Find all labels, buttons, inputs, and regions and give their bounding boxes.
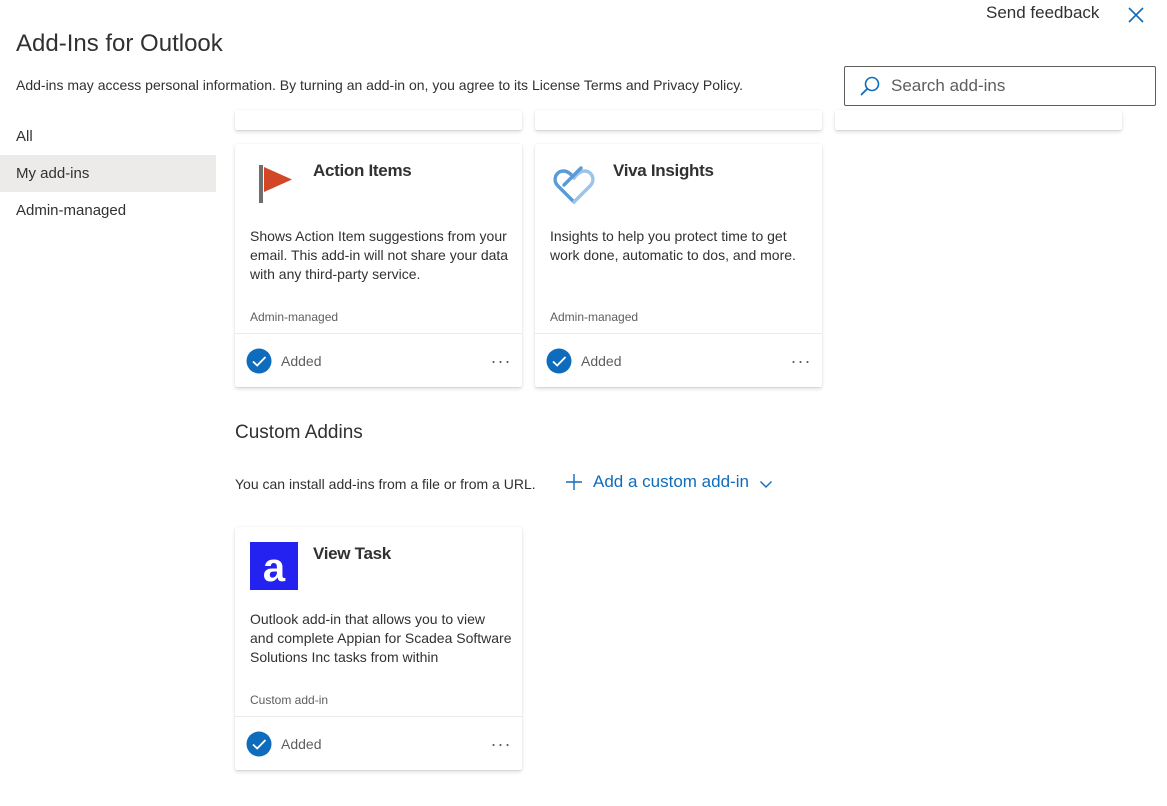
card-footer: Added ... [535, 333, 822, 387]
category-nav: All My add-ins Admin-managed [0, 118, 216, 229]
card-footer: Added ... [235, 333, 522, 387]
checkmark-icon [546, 348, 572, 374]
addin-status: Added [581, 353, 622, 369]
addin-card-view-task[interactable]: a View Task Outlook add-in that allows y… [235, 527, 522, 770]
privacy-disclaimer: Add-ins may access personal information.… [16, 77, 744, 93]
viva-insights-icon [553, 166, 595, 204]
addin-description: Shows Action Item suggestions from your … [250, 228, 509, 282]
addin-name: View Task [313, 544, 391, 563]
nav-item-my-add-ins[interactable]: My add-ins [0, 155, 216, 192]
more-options-icon[interactable]: ... [491, 347, 512, 368]
addin-category: Admin-managed [250, 310, 339, 324]
chevron-down-icon [759, 480, 772, 488]
add-custom-addin-button[interactable]: Add a custom add-in [565, 472, 773, 492]
custom-addins-heading: Custom Addins [235, 422, 363, 443]
card-partial [235, 110, 522, 130]
plus-icon [566, 474, 582, 490]
addin-status: Added [281, 736, 322, 752]
more-options-icon[interactable]: ... [791, 347, 812, 368]
card-partial [535, 110, 822, 130]
nav-item-admin-managed[interactable]: Admin-managed [0, 192, 216, 229]
nav-item-all[interactable]: All [0, 118, 216, 155]
search-icon [860, 76, 880, 96]
addin-card-action-items[interactable]: Action Items Shows Action Item suggestio… [235, 144, 522, 387]
addin-name: Action Items [313, 161, 412, 180]
addin-card-viva-insights[interactable]: Viva Insights Insights to help you prote… [535, 144, 822, 387]
card-footer: Added ... [235, 716, 522, 770]
flag-icon [259, 165, 292, 203]
svg-text:a: a [263, 546, 286, 590]
install-hint: You can install add-ins from a file or f… [235, 476, 536, 492]
addin-category: Custom add-in [250, 693, 329, 707]
search-input[interactable] [891, 76, 1151, 96]
close-icon[interactable] [1126, 5, 1146, 25]
addin-status: Added [281, 353, 322, 369]
addin-description: Outlook add-in that allows you to view a… [250, 611, 512, 665]
addin-description: Insights to help you protect time to get… [550, 228, 796, 263]
search-box[interactable] [844, 66, 1156, 106]
send-feedback-link[interactable]: Send feedback [986, 3, 1099, 23]
checkmark-icon [246, 348, 272, 374]
checkmark-icon [246, 731, 272, 757]
card-partial [835, 110, 1122, 130]
more-options-icon[interactable]: ... [491, 730, 512, 751]
page-title: Add-Ins for Outlook [16, 30, 223, 57]
addin-name: Viva Insights [613, 161, 714, 180]
appian-logo-icon: a [250, 542, 298, 590]
add-custom-addin-label: Add a custom add-in [593, 472, 749, 491]
addin-category: Admin-managed [550, 310, 639, 324]
